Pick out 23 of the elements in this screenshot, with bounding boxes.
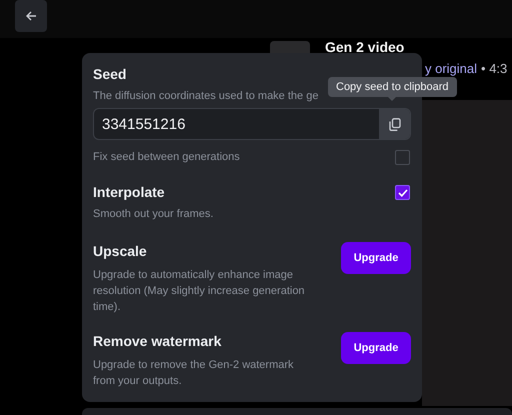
option-description: Upgrade to remove the Gen-2 watermark from your outputs. [93,358,295,389]
seed-title: Seed [93,65,126,83]
back-arrow-icon [26,11,36,21]
option-title: Interpolate [93,183,165,201]
fix-seed-label: Fix seed between generations [93,150,240,165]
upgrade-button[interactable]: Upgrade [341,242,411,274]
checkmark-icon [398,188,408,196]
fix-seed-checkbox[interactable] [395,150,410,164]
seed-value[interactable]: 3341551216 [94,109,379,139]
copy-icon [388,118,400,130]
copy-button[interactable] [379,109,410,139]
option-description: Upgrade to automatically enhance image resolution (May slightly increase generation time). [93,268,306,315]
option-checkbox[interactable] [395,185,410,200]
seed-field[interactable]: 3341551216 [93,108,411,140]
aspect-ratio: • 4:3 [481,61,508,76]
back-button[interactable] [15,0,47,32]
seed-description: The diffusion coordinates used to make the ge [93,89,318,104]
option-title: Remove watermark [93,332,222,350]
option-description: Smooth out your frames. [93,207,214,222]
upgrade-button[interactable]: Upgrade [341,332,411,364]
original-link[interactable]: y original [425,61,478,76]
option-title: Upscale [93,242,147,260]
page-title: Gen 2 video [325,40,404,57]
